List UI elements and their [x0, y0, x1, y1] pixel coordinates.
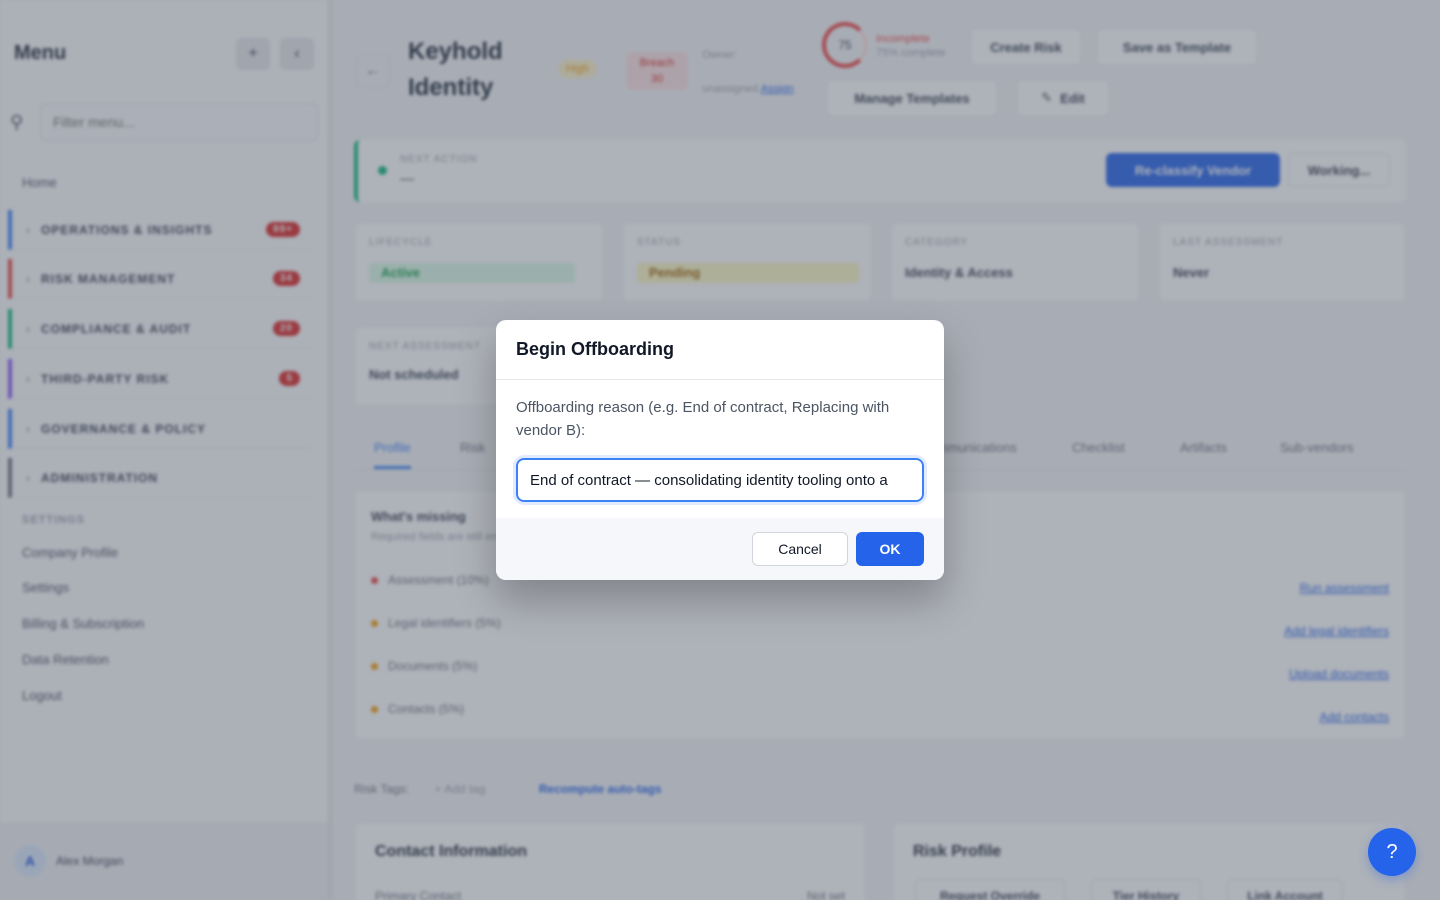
cancel-button[interactable]: Cancel [752, 532, 848, 566]
ok-button[interactable]: OK [856, 532, 924, 566]
offboarding-reason-label: Offboarding reason (e.g. End of contract… [516, 399, 890, 439]
dialog-footer: Cancel OK [496, 518, 944, 580]
dialog-header: Begin Offboarding [496, 320, 944, 380]
offboarding-dialog: Begin Offboarding Offboarding reason (e.… [496, 320, 944, 580]
dialog-title: Begin Offboarding [516, 339, 674, 359]
dialog-body: Offboarding reason (e.g. End of contract… [496, 380, 944, 518]
help-icon[interactable]: ? [1368, 828, 1416, 876]
offboarding-reason-input[interactable] [516, 458, 924, 502]
